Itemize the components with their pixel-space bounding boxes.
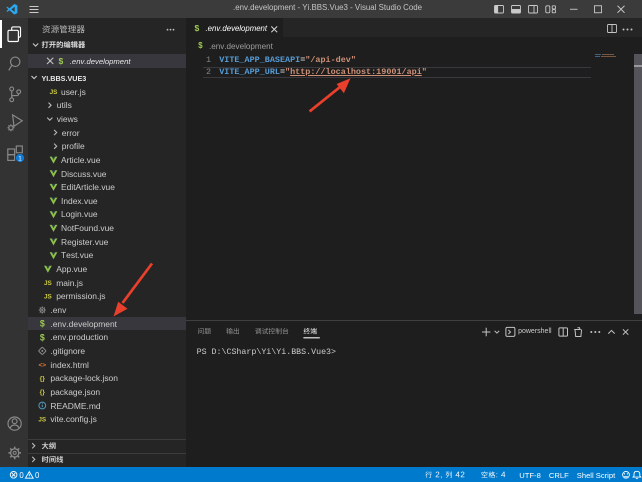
svg-text:{}: {} bbox=[40, 376, 46, 383]
svg-text:$: $ bbox=[40, 319, 45, 329]
svg-text:<>: <> bbox=[38, 362, 46, 369]
svg-text:JS: JS bbox=[50, 89, 59, 96]
svg-text:{}: {} bbox=[40, 389, 46, 396]
svg-text:1: 1 bbox=[18, 156, 22, 163]
svg-text:JS: JS bbox=[38, 417, 47, 424]
svg-text:JS: JS bbox=[44, 294, 53, 301]
svg-text:JS: JS bbox=[44, 280, 53, 287]
svg-text:$: $ bbox=[40, 332, 45, 342]
